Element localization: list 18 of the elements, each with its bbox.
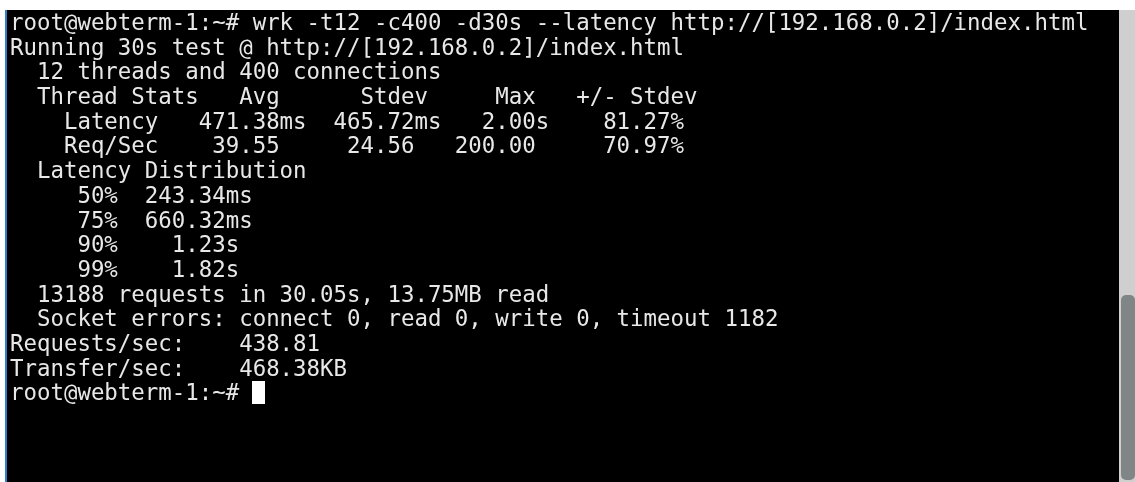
text-cursor [252, 381, 266, 405]
terminal-line: Thread Stats Avg Stdev Max +/- Stdev [35, 84, 699, 109]
shell-prompt: root@webterm-1:~# [10, 380, 240, 405]
terminal-line: 12 threads and 400 connections [36, 59, 442, 85]
terminal-line: 50% 243.34ms [77, 182, 254, 208]
terminal-line: 99% 1.82s [76, 256, 241, 282]
terminal-line: root@webterm-1:~# wrk -t12 -c400 -d30s --latency http://[192.168.0.2]/index.html [10, 10, 1090, 35]
terminal-line: Latency 471.38ms 465.72ms 2.00s 81.27% [62, 108, 685, 134]
terminal-line: Socket errors: connect 0, read 0, write 0, timeout 1182 [35, 306, 780, 331]
terminal-line: Requests/sec: 438.81 [10, 330, 322, 356]
scrollbar-thumb[interactable] [1121, 295, 1135, 480]
terminal-line: Latency Distribution [35, 158, 308, 183]
terminal-line: Transfer/sec: 468.38KB [10, 355, 348, 381]
terminal-line: Running 30s test @ http://[192.168.0.2]/index.html [10, 34, 684, 60]
terminal-line: 75% 660.32ms [76, 207, 254, 233]
terminal-line: 13188 requests in 30.05s, 13.75MB read [35, 281, 551, 307]
terminal-line: Req/Sec 39.55 24.56 200.00 70.97% [62, 133, 685, 159]
terminal-line: 90% 1.23s [76, 232, 241, 257]
